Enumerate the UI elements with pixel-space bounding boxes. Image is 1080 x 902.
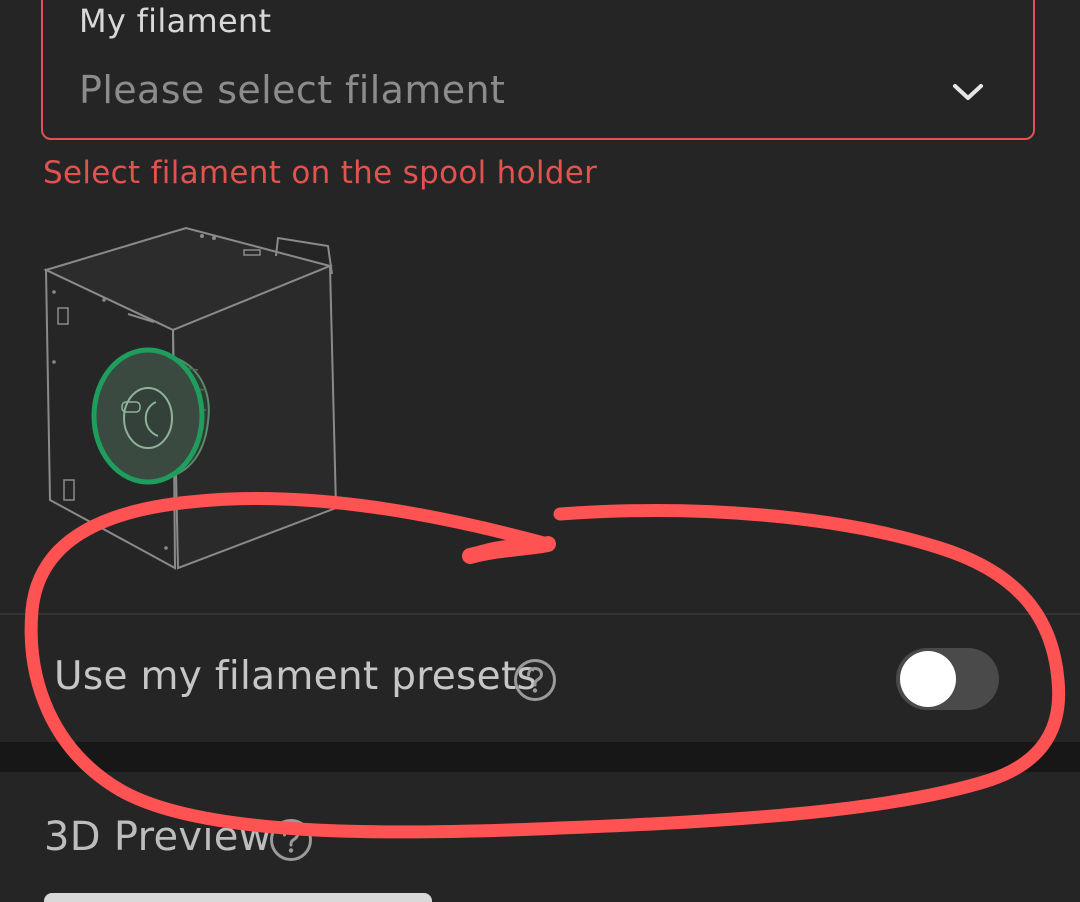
section-separator bbox=[0, 742, 1080, 772]
filament-error-message: Select filament on the spool holder bbox=[43, 155, 598, 191]
presets-toggle[interactable] bbox=[896, 648, 999, 710]
filament-select-label: My filament bbox=[79, 2, 272, 40]
section-divider bbox=[0, 613, 1080, 615]
question-circle-icon[interactable] bbox=[513, 658, 557, 702]
toggle-knob bbox=[900, 651, 956, 707]
preview-viewport[interactable] bbox=[44, 893, 432, 902]
filament-select-placeholder[interactable]: Please select filament bbox=[79, 68, 505, 112]
filament-select[interactable]: My filament Please select filament bbox=[41, 0, 1035, 140]
question-circle-icon[interactable] bbox=[269, 818, 313, 862]
preview-title: 3D Preview bbox=[44, 814, 272, 860]
presets-label: Use my filament presets bbox=[54, 654, 538, 699]
printer-spool-illustration bbox=[43, 226, 338, 570]
chevron-down-icon[interactable] bbox=[951, 80, 985, 104]
